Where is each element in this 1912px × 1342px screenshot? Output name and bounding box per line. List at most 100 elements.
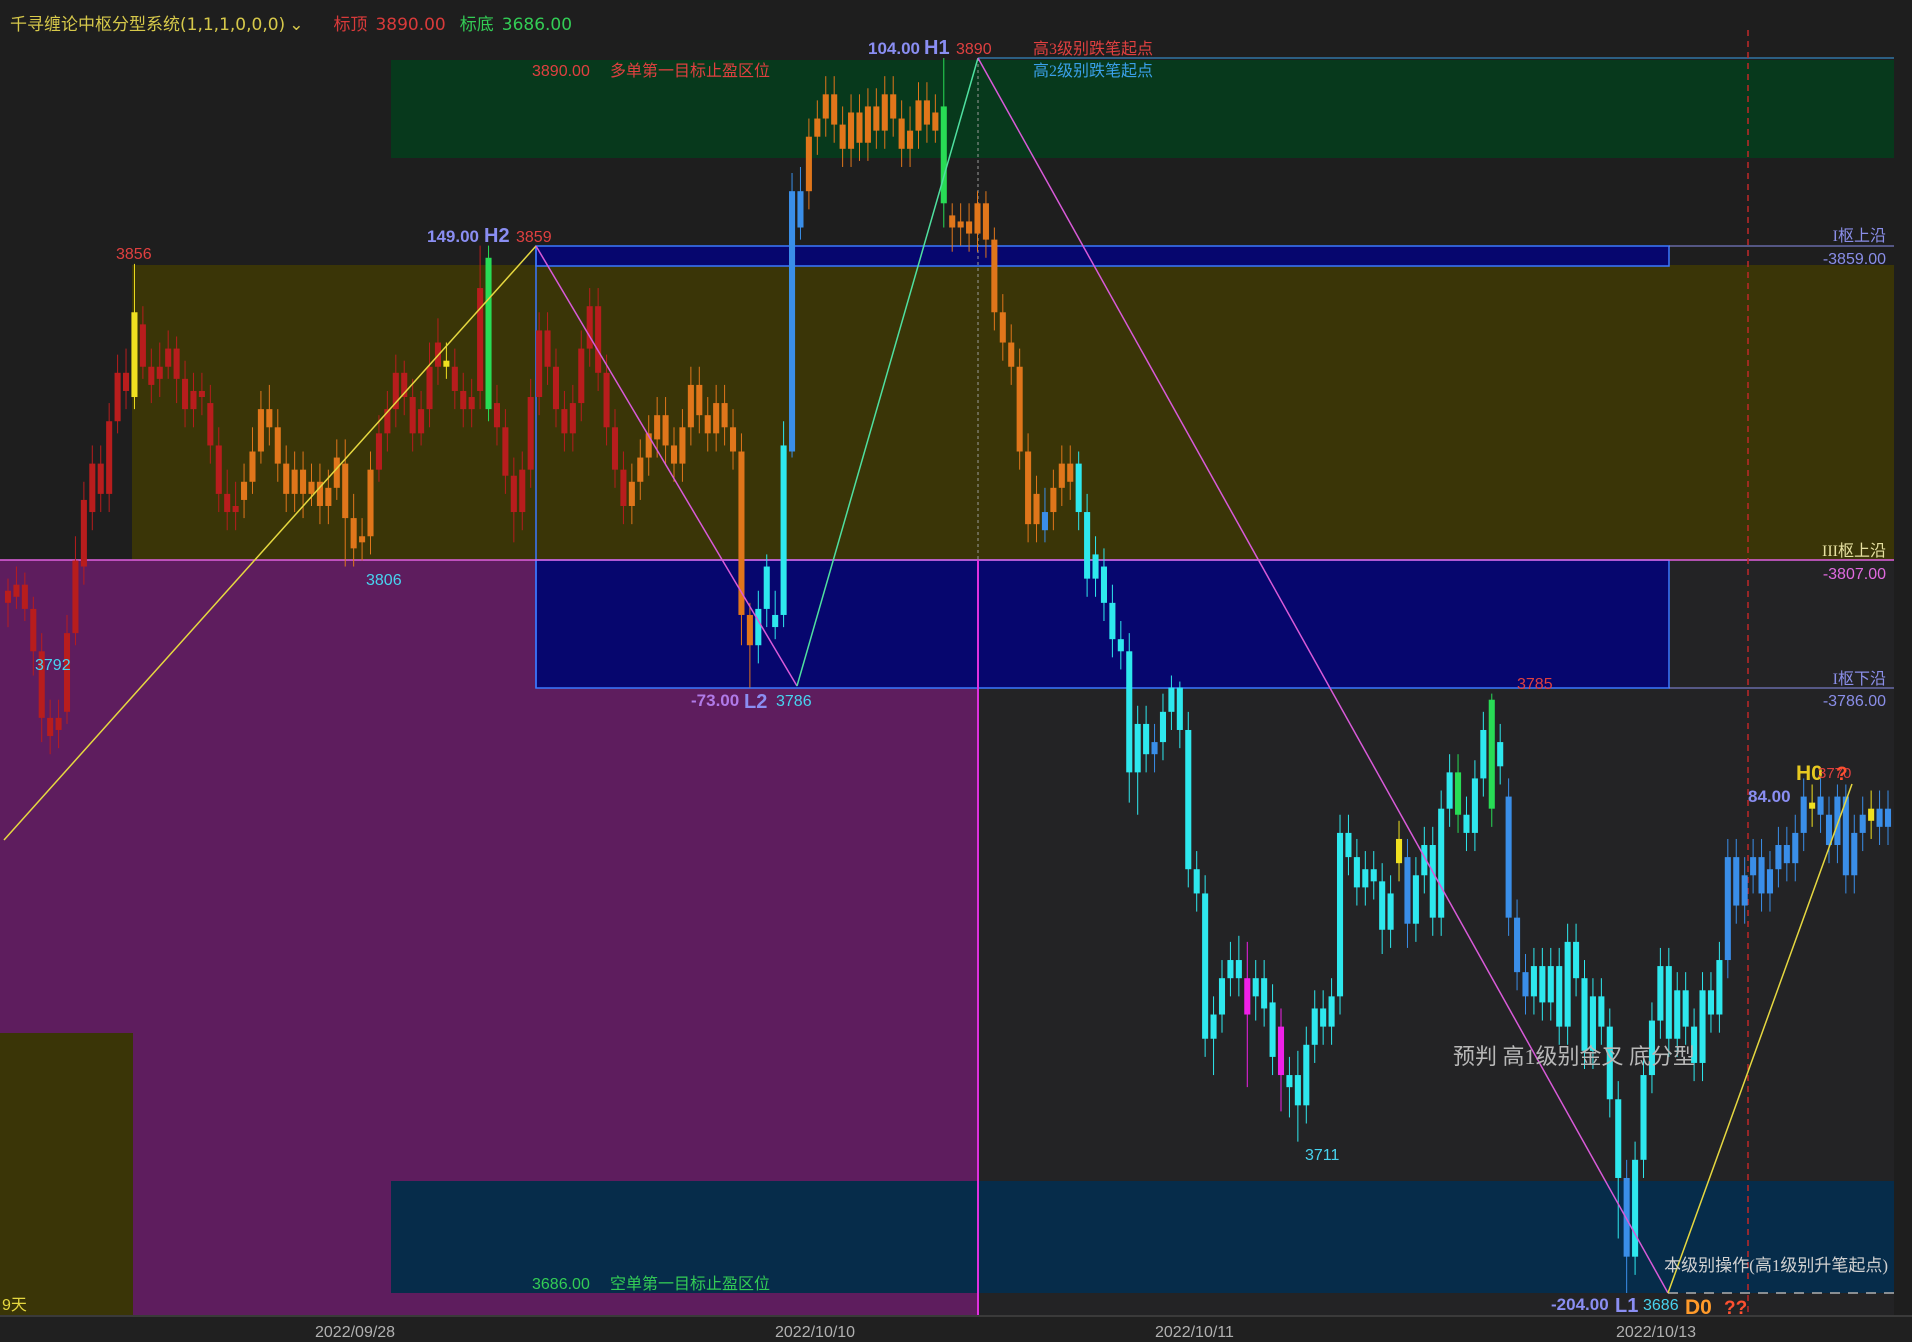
h0-question: ?	[1836, 764, 1848, 785]
l2-value: -73.00	[691, 691, 739, 710]
candle-body	[1084, 512, 1091, 579]
pivot3-upper-value: -3807.00	[1823, 566, 1886, 583]
candle-body	[1353, 857, 1360, 888]
candle-body	[1724, 857, 1731, 961]
candle-body	[1707, 990, 1714, 1015]
candle-body	[1632, 1159, 1639, 1257]
candle-body	[637, 457, 644, 482]
candle-body	[1050, 487, 1057, 513]
candle-body	[308, 481, 315, 494]
candle-body	[569, 403, 576, 434]
candle-body	[1328, 996, 1335, 1027]
candle-body	[713, 403, 720, 434]
candle-body	[80, 499, 87, 567]
forecast-text: 预判 高1级别金叉 底分型	[1453, 1044, 1695, 1069]
candle-body	[1261, 978, 1268, 1009]
candle-body	[932, 112, 939, 131]
operation-text: 本级别操作(高1级别升笔起点)	[1664, 1256, 1888, 1275]
candle-body	[1379, 881, 1386, 930]
candle-body	[746, 614, 753, 646]
h1-note-3: 高3级别跌笔起点	[1033, 40, 1153, 58]
top-value: 3890.00	[375, 15, 446, 35]
candle-body	[1210, 1014, 1217, 1039]
candle-body	[1117, 639, 1124, 652]
candle-body	[1277, 1026, 1285, 1076]
candle-body	[595, 306, 602, 373]
candle-body	[1058, 463, 1065, 488]
candle-body	[611, 427, 619, 470]
candle-body	[198, 390, 205, 398]
candle-body	[215, 445, 222, 494]
candle-body	[97, 463, 104, 494]
candle-body	[704, 415, 711, 434]
candle-body	[763, 566, 770, 609]
candle-body	[106, 421, 113, 494]
candle-body	[797, 191, 804, 228]
candle-body	[999, 312, 1006, 343]
candle-body	[274, 427, 281, 464]
zone-pivot-navy-top	[535, 245, 1670, 267]
candle-body	[1623, 1177, 1630, 1257]
candle-body	[1514, 917, 1521, 973]
candle-body	[1530, 966, 1537, 997]
candle-body	[418, 409, 425, 434]
candle-body	[654, 415, 661, 440]
candle-body	[1159, 711, 1167, 743]
candle-body	[1589, 996, 1596, 1051]
candle-body	[182, 378, 189, 410]
candle-body	[1286, 1075, 1293, 1088]
candle-body	[1235, 960, 1242, 979]
candle-body	[1750, 857, 1757, 876]
candle-body	[687, 384, 694, 428]
candle-body	[966, 221, 973, 234]
candle-body	[898, 118, 905, 149]
candle-body	[1547, 966, 1554, 1003]
candle-body	[1185, 729, 1192, 870]
x-tick-label: 2022/10/13	[1616, 1324, 1696, 1341]
candle-body	[451, 366, 458, 391]
candle-body	[156, 366, 163, 379]
candle-body	[1716, 960, 1723, 1015]
candle-body	[628, 481, 635, 506]
candle-body	[1294, 1075, 1301, 1106]
candle-body	[510, 475, 517, 513]
candle-body	[72, 560, 79, 634]
candle-body	[519, 469, 526, 513]
pivot3-upper-label: III枢上沿	[1822, 542, 1886, 560]
candle-body	[1884, 808, 1892, 827]
tp-short-text: 空单第一目标止盈区位	[610, 1275, 770, 1293]
chevron-down-icon[interactable]: ⌄	[289, 15, 303, 35]
l2-tag: L2	[744, 691, 767, 713]
candle-body	[662, 415, 669, 446]
candle-body	[392, 372, 399, 410]
tp-short-price: 3686.00	[532, 1276, 590, 1293]
candle-body	[1733, 857, 1740, 906]
candle-body	[1775, 845, 1782, 870]
candle-body	[1109, 602, 1116, 640]
candle-body	[780, 445, 787, 615]
candle-body	[1834, 796, 1841, 846]
candle-body	[1075, 463, 1082, 513]
candle-body	[1033, 493, 1040, 525]
pivot1-lower-value: -3786.00	[1823, 693, 1886, 710]
candle-body	[1370, 869, 1377, 882]
candle-body	[1151, 742, 1158, 755]
candle-body	[1446, 772, 1453, 809]
candle-body	[603, 372, 610, 428]
candle-body	[460, 390, 467, 410]
price-3792: 3792	[35, 657, 71, 674]
candle-body	[957, 221, 964, 228]
candle-body	[1016, 366, 1023, 452]
pivot1-upper-label: I枢上沿	[1833, 227, 1886, 245]
candle-body	[1480, 729, 1487, 779]
candle-body	[839, 124, 846, 149]
l2-price: 3786	[776, 693, 812, 710]
candle-body	[89, 463, 96, 513]
candle-body	[1699, 990, 1706, 1063]
candle-body	[890, 94, 897, 119]
candle-body	[1455, 772, 1462, 815]
candle-body	[1438, 808, 1445, 918]
bottom-label: 标底	[459, 15, 494, 35]
candle-body	[232, 505, 239, 513]
candle-body	[670, 445, 678, 464]
